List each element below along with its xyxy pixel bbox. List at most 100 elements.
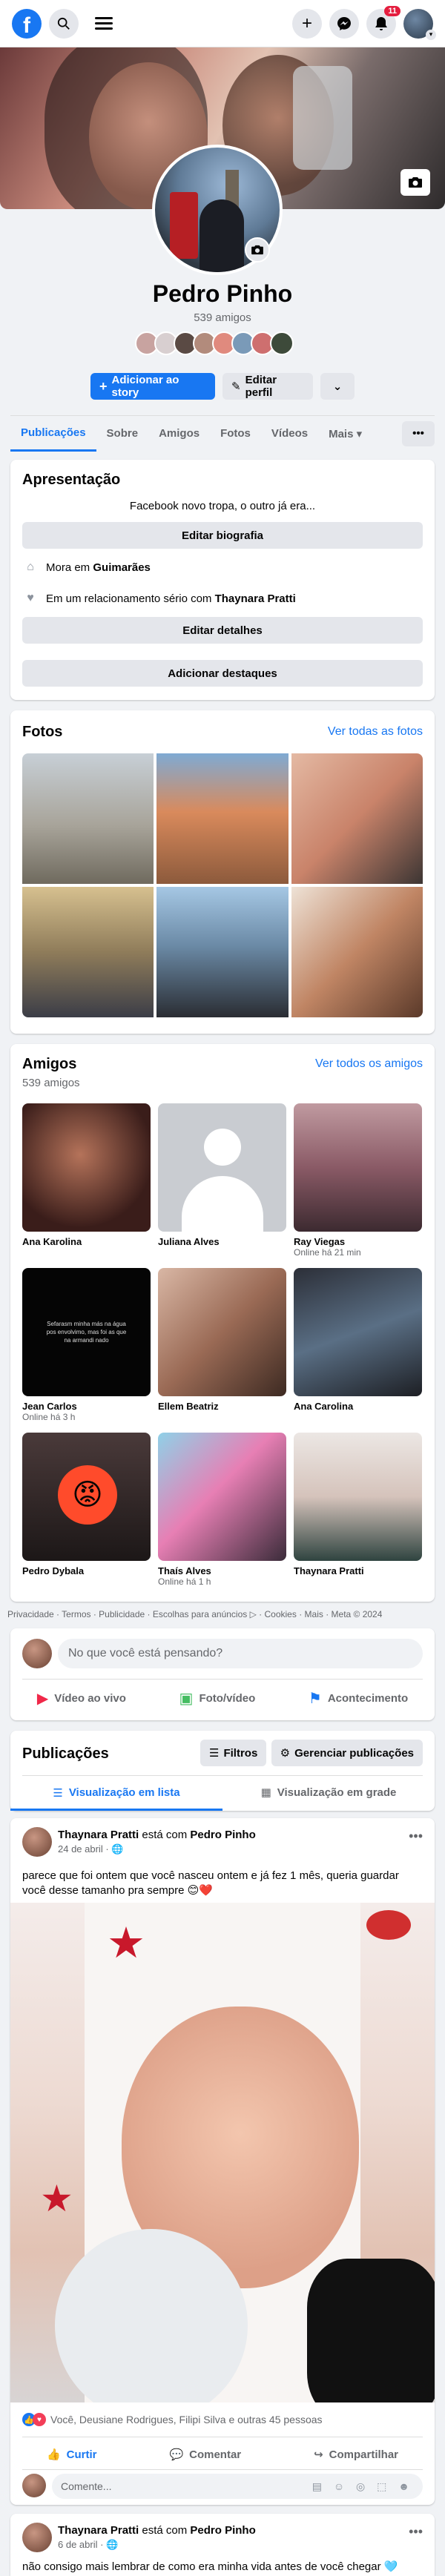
avatar[interactable] <box>22 1639 52 1668</box>
list-view-tab[interactable]: ☰ Visualização em lista <box>10 1777 222 1811</box>
manage-label: Gerenciar publicações <box>294 1746 414 1760</box>
tab-about[interactable]: Sobre <box>96 416 149 452</box>
photos-grid <box>22 753 423 1017</box>
friend-status: Online há 21 min <box>294 1247 361 1258</box>
posts-title: Publicações <box>22 1746 109 1762</box>
friends-count: 539 amigos <box>22 1077 80 1089</box>
comment-input[interactable]: Comente... ▤ ☺ ◎ ⬚ ☻ <box>52 2474 423 2499</box>
friend-name: Ana Karolina <box>22 1236 82 1247</box>
post-author-link[interactable]: Thaynara Pratti <box>58 1829 139 1841</box>
photo-thumbnail[interactable] <box>156 887 289 1017</box>
posts-header-card: Publicações ☰ Filtros ⚙ Gerenciar publicaç… <box>10 1731 435 1811</box>
bell-icon[interactable]: 11 <box>366 5 400 39</box>
lives-prefix: Mora em <box>46 561 90 574</box>
relationship-person-link[interactable]: Thaynara Pratti <box>215 592 296 605</box>
friend-status: Online há 1 h <box>158 1576 211 1587</box>
avatar <box>22 2474 46 2497</box>
post-date[interactable]: 24 de abril · 🌐 <box>58 1843 123 1855</box>
default-avatar-icon <box>158 1103 286 1232</box>
photo-thumbnail[interactable] <box>22 887 154 1017</box>
friend-card[interactable]: Thaís Alves Online há 1 h <box>158 1433 286 1587</box>
post-options-icon[interactable]: ••• <box>409 1829 423 1844</box>
share-label: Compartilhar <box>329 2448 399 2461</box>
gear-icon: ⚙ <box>280 1747 291 1760</box>
photo-video-button[interactable]: ▣ Foto/vídeo <box>179 1689 256 1708</box>
avatar[interactable] <box>22 1827 52 1857</box>
live-video-button[interactable]: ▶ Vídeo ao vivo <box>37 1689 126 1708</box>
photo-thumbnail[interactable] <box>156 753 289 884</box>
friend-card[interactable]: Ellem Beatriz <box>158 1268 286 1422</box>
comment-placeholder: Comente... <box>61 2480 112 2492</box>
composer-input[interactable]: No que você está pensando? <box>58 1639 423 1668</box>
tab-photos[interactable]: Fotos <box>210 416 261 452</box>
tab-posts[interactable]: Publicações <box>10 416 96 452</box>
photo-icon: ▣ <box>179 1691 194 1707</box>
tab-videos[interactable]: Vídeos <box>261 416 318 452</box>
edit-bio-button[interactable]: Editar biografia <box>22 522 423 549</box>
see-all-friends-link[interactable]: Ver todos os amigos <box>315 1057 423 1071</box>
photo-thumbnail[interactable] <box>22 753 154 884</box>
live-label: Vídeo ao vivo <box>54 1692 126 1705</box>
comment-tools-icons[interactable]: ▤ ☺ ◎ ⬚ ☻ <box>312 2480 414 2493</box>
friend-name: Thaynara Pratti <box>294 1565 364 1576</box>
add-story-button[interactable]: + Adicionar ao story <box>90 373 215 400</box>
avatar[interactable] <box>22 2523 52 2552</box>
comment-button[interactable]: 💬 Comentar <box>169 2443 241 2466</box>
add-highlights-label: Adicionar destaques <box>168 667 277 680</box>
post-header: Thaynara Pratti está com Pedro Pinho <box>58 2524 256 2537</box>
account-avatar[interactable]: ▾ <box>403 8 436 40</box>
friend-card[interactable]: Ana Carolina <box>294 1268 422 1422</box>
photos-title: Fotos <box>22 724 63 740</box>
manage-posts-button[interactable]: ⚙ Gerenciar publicações <box>271 1740 423 1766</box>
photos-card: Fotos Ver todas as fotos <box>10 710 435 1034</box>
friend-name: Pedro Dybala <box>22 1565 85 1576</box>
thumbs-up-icon: 👍 <box>46 2448 61 2461</box>
post-tagged-link[interactable]: Pedro Pinho <box>190 2524 255 2537</box>
friend-card[interactable]: Thaynara Pratti <box>294 1433 422 1587</box>
composer-placeholder: No que você está pensando? <box>68 1647 223 1659</box>
post-options-icon[interactable]: ••• <box>409 2524 423 2540</box>
footer-links[interactable]: Privacidade · Termos · Publicidade · Esc… <box>7 1609 438 1619</box>
post-card: Thaynara Pratti está com Pedro Pinho 24 … <box>10 1818 435 2505</box>
share-button[interactable]: ↪ Compartilhar <box>314 2443 398 2466</box>
post-tagged-link[interactable]: Pedro Pinho <box>190 1829 255 1841</box>
like-button[interactable]: 👍 Curtir <box>47 2443 97 2466</box>
add-highlights-button[interactable]: Adicionar destaques <box>22 660 423 687</box>
photo-thumbnail[interactable] <box>291 753 423 884</box>
post-photo[interactable]: ★ ★ <box>10 1903 435 2402</box>
tab-friends[interactable]: Amigos <box>148 416 210 452</box>
profile-friends-count[interactable]: 539 amigos <box>0 311 445 324</box>
post-date[interactable]: 6 de abril · 🌐 <box>58 2539 118 2551</box>
edit-details-button[interactable]: Editar detalhes <box>22 617 423 644</box>
post-author-link[interactable]: Thaynara Pratti <box>58 2524 139 2537</box>
more-options-button[interactable]: ⌄ <box>320 373 355 400</box>
see-all-photos-link[interactable]: Ver todas as fotos <box>328 725 423 739</box>
tab-more[interactable]: Mais ▾ <box>318 416 372 452</box>
menu-icon[interactable] <box>95 14 113 33</box>
more-icon[interactable]: ••• <box>402 420 435 446</box>
edit-avatar-camera-icon[interactable] <box>245 237 270 262</box>
reactions-summary[interactable]: 👍 ♥ Você, Deusiane Rodrigues, Filipi Sil… <box>22 2413 323 2426</box>
friend-avatars-strip[interactable] <box>135 331 294 355</box>
globe-icon: 🌐 <box>111 1843 124 1855</box>
life-event-button[interactable]: ⚑ Acontecimento <box>309 1689 408 1708</box>
filters-button[interactable]: ☰ Filtros <box>200 1740 267 1766</box>
share-icon: ↪ <box>314 2448 323 2461</box>
friend-card[interactable]: Sefarasm minha más na água pos envolvimo… <box>22 1268 151 1422</box>
plus-icon[interactable]: + <box>292 8 322 39</box>
post-date-text: 24 de abril · <box>58 1843 109 1855</box>
edit-cover-camera-icon[interactable] <box>400 169 430 196</box>
friend-card[interactable]: Juliana Alves <box>158 1103 286 1258</box>
friend-card[interactable]: 😡 Pedro Dybala <box>22 1433 151 1587</box>
search-icon[interactable] <box>49 8 79 39</box>
list-view-label: Visualização em lista <box>68 1786 180 1799</box>
friend-name: Thaís Alves <box>158 1565 211 1576</box>
edit-profile-button[interactable]: ✎ Editar perfil <box>222 373 313 400</box>
lives-city-link[interactable]: Guimarães <box>93 561 151 574</box>
photo-thumbnail[interactable] <box>291 887 423 1017</box>
friend-card[interactable]: Ray Viegas Online há 21 min <box>294 1103 422 1258</box>
facebook-logo[interactable]: f <box>12 8 42 39</box>
grid-view-tab[interactable]: ▦ Visualização em grade <box>222 1777 435 1808</box>
messenger-icon[interactable] <box>329 8 359 39</box>
friend-card[interactable]: Ana Karolina <box>22 1103 151 1258</box>
